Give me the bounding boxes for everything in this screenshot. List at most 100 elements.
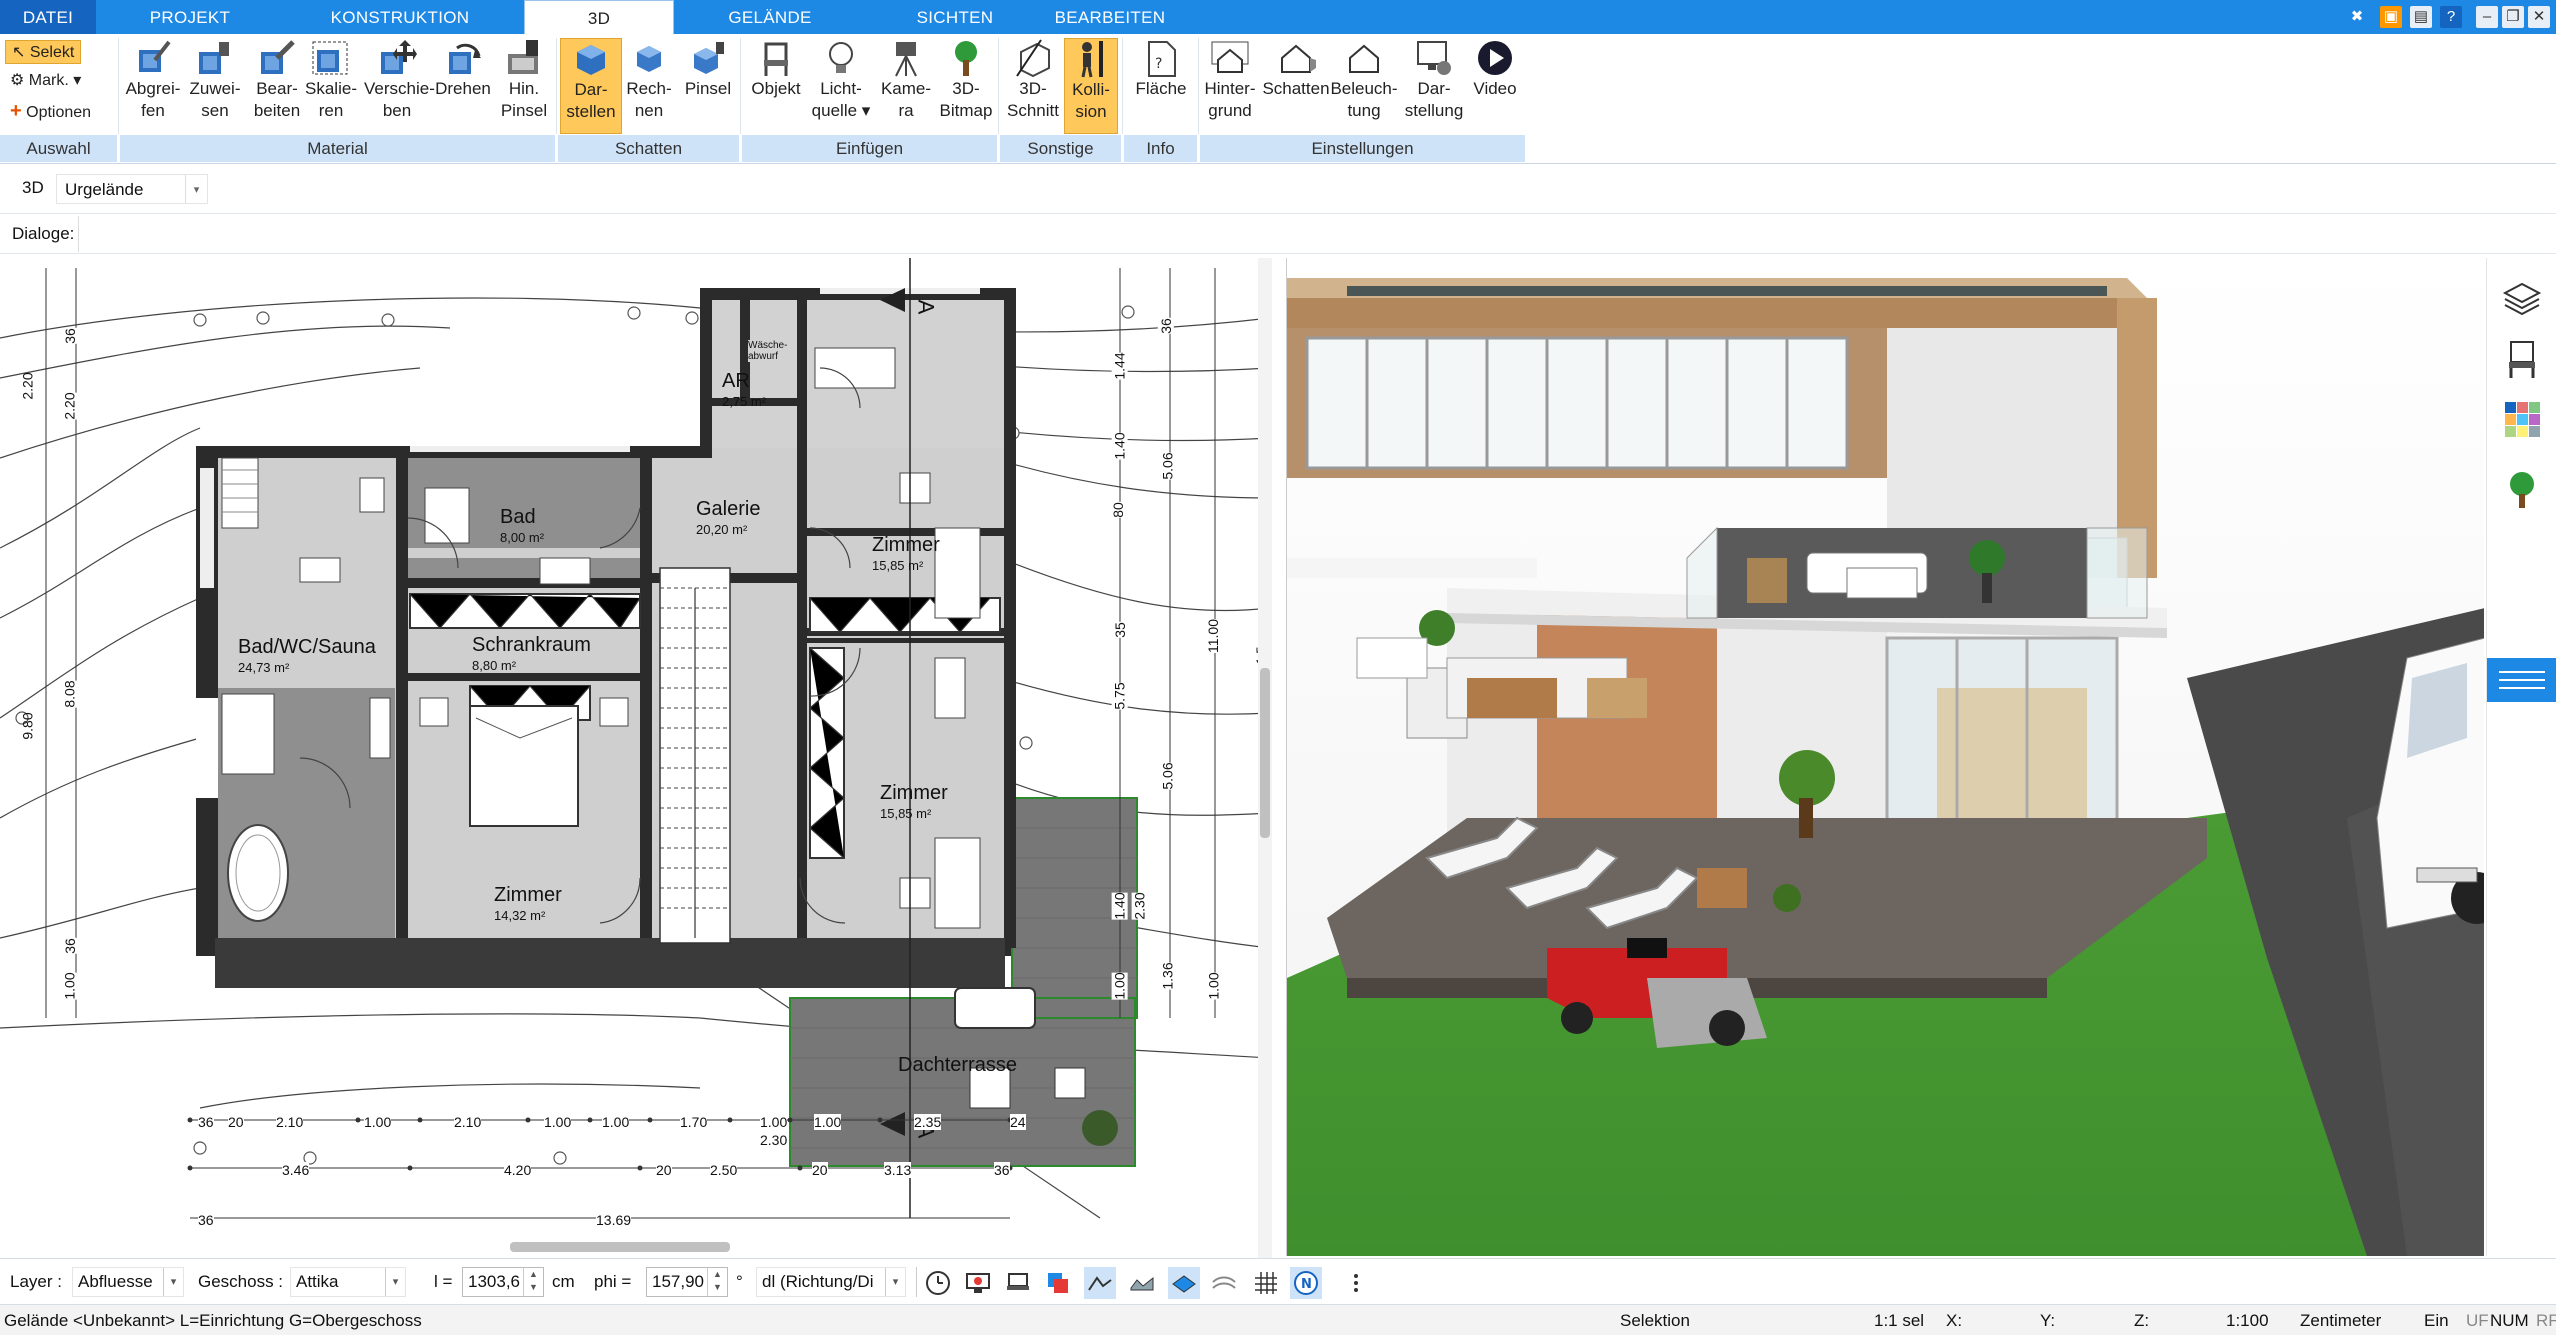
rotate-material-button[interactable]: Drehen — [432, 38, 494, 100]
dimension-label: 36 — [61, 938, 78, 954]
terrain-toggle-icon[interactable] — [1084, 1267, 1116, 1299]
scroll-thumb[interactable] — [1260, 668, 1270, 838]
furniture-toggle-icon[interactable] — [1002, 1267, 1034, 1299]
insert-bitmap-button[interactable]: 3D- Bitmap — [934, 38, 998, 122]
plane-toggle-icon[interactable] — [1168, 1267, 1200, 1299]
shadow-settings-button[interactable]: Schatten — [1260, 38, 1332, 100]
section-3d-button[interactable]: 3D- Schnitt — [1002, 38, 1064, 122]
length-label: l = — [434, 1272, 453, 1291]
plan-vertical-scrollbar[interactable] — [1258, 258, 1272, 1258]
furniture-catalog-icon[interactable] — [2501, 338, 2543, 380]
window-layout-icon[interactable]: ▣ — [2380, 6, 2402, 28]
room-area: 15,85 m² — [872, 558, 924, 573]
insert-light-button[interactable]: Licht-quelle ▾ — [808, 38, 874, 122]
right-sidebar — [2486, 258, 2556, 1256]
north-arrow-icon[interactable]: N — [1290, 1267, 1322, 1299]
tab-sichten[interactable]: SICHTEN — [880, 0, 1030, 34]
tools-icon[interactable]: ✖ — [2346, 6, 2368, 28]
texture-toggle-icon[interactable] — [1126, 1267, 1158, 1299]
layer-select[interactable]: Abfluesse ▾ — [72, 1267, 184, 1297]
restore-icon[interactable]: ❐ — [2502, 6, 2524, 28]
direction-mode-select[interactable]: dl (Richtung/Di ▾ — [756, 1267, 906, 1297]
layers-icon[interactable] — [2501, 278, 2543, 320]
tab-bearbeiten[interactable]: BEARBEITEN — [1040, 0, 1180, 34]
pick-material-button[interactable]: Abgrei-fen — [122, 38, 184, 122]
house-shadow-icon — [1276, 38, 1316, 78]
sidebar-toggle-button[interactable] — [2487, 658, 2556, 702]
dimension-label: 3.46 — [282, 1162, 310, 1178]
length-unit: cm — [552, 1272, 575, 1291]
lighting-button[interactable]: Beleuch-tung — [1330, 38, 1398, 122]
area-button[interactable]: ? Fläche — [1128, 38, 1194, 100]
group-sonstige: Sonstige — [1000, 135, 1122, 162]
status-unit: Zentimeter — [2300, 1311, 2382, 1330]
group-schatten: Schatten — [558, 135, 740, 162]
more-options-icon[interactable] — [1340, 1267, 1372, 1299]
dimension-label: 2.35 — [914, 1114, 942, 1130]
hint-brush-button[interactable]: Hin. Pinsel — [494, 38, 554, 122]
tab-projekt[interactable]: PROJEKT — [110, 0, 270, 34]
menu-lines-icon — [2499, 671, 2545, 689]
display-settings-button[interactable]: Dar-stellung — [1400, 38, 1468, 122]
cube-brush-icon — [688, 38, 728, 78]
scale-material-button[interactable]: Skalie-ren — [300, 38, 362, 122]
dimension-label: 36 — [61, 328, 78, 344]
dimension-label: 1.40 — [1111, 432, 1128, 460]
room-name: Galerie — [696, 498, 761, 520]
video-button[interactable]: Video — [1466, 38, 1524, 100]
group-einstellungen: Einstellungen — [1200, 135, 1526, 162]
grid-icon[interactable] — [1250, 1267, 1282, 1299]
tab-datei[interactable]: DATEI — [0, 0, 96, 34]
dimension-label: 1.00 — [1205, 972, 1222, 1000]
calc-shadow-button[interactable]: Rech-nen — [624, 38, 674, 122]
options-button[interactable]: + Optionen — [10, 100, 91, 123]
3d-view[interactable] — [1286, 258, 2484, 1256]
background-button[interactable]: Hinter-grund — [1198, 38, 1262, 122]
dimension-label: 80 — [1109, 502, 1126, 518]
monitor-icon[interactable] — [962, 1267, 994, 1299]
dimension-label: 5.75 — [1111, 682, 1128, 710]
dimension-label: 36 — [198, 1212, 214, 1228]
tab-3d[interactable]: 3D — [524, 0, 674, 35]
floor-select[interactable]: Attika ▾ — [290, 1267, 406, 1297]
floor-plan-view[interactable]: AR 2,75 m² Bad 8,00 m² Galerie 20,20 m² … — [0, 258, 1270, 1258]
insert-camera-button[interactable]: Kame-ra — [876, 38, 936, 122]
close-icon[interactable]: ✕ — [2528, 6, 2550, 28]
play-icon — [1475, 38, 1515, 78]
show-shadow-button[interactable]: Dar-stellen — [560, 38, 622, 134]
shadow-brush-button[interactable]: Pinsel — [680, 38, 736, 100]
status-x: X: — [1946, 1311, 1963, 1330]
tab-gelaende[interactable]: GELÄNDE — [690, 0, 850, 34]
angle-input[interactable]: 157,90 ▲ ▼ — [646, 1267, 728, 1297]
mark-button[interactable]: ⚙ Mark. ▾ — [10, 70, 81, 90]
dimension-label: 2.30 — [760, 1132, 788, 1148]
dimension-label: 1.00 — [1111, 972, 1128, 1000]
insert-object-button[interactable]: Objekt — [746, 38, 806, 100]
dimension-label: 36 — [994, 1162, 1010, 1178]
plan-horizontal-scrollbar[interactable] — [510, 1242, 730, 1252]
plant-catalog-icon[interactable] — [2501, 468, 2543, 510]
move-material-button[interactable]: Verschie-ben — [364, 38, 435, 122]
edit-material-button[interactable]: Bear-beiten — [246, 38, 308, 122]
snow-toggle-icon[interactable] — [1208, 1267, 1240, 1299]
material-palette-icon[interactable] — [2501, 398, 2543, 440]
dimension-label: 1.00 — [814, 1114, 842, 1130]
print-icon[interactable]: ▤ — [2410, 6, 2432, 28]
dimension-label: 1.00 — [61, 972, 78, 1000]
svg-text:?: ? — [1155, 56, 1162, 72]
chevron-down-icon: ▾ — [885, 1268, 905, 1296]
assign-material-button[interactable]: Zuwei-sen — [184, 38, 246, 122]
clock-icon[interactable] — [922, 1267, 954, 1299]
stepper-icon[interactable]: ▲ ▼ — [707, 1268, 727, 1296]
help-icon[interactable]: ? — [2440, 6, 2462, 28]
collision-button[interactable]: Kolli-sion — [1064, 38, 1118, 134]
tab-konstruktion[interactable]: KONSTRUKTION — [300, 0, 500, 34]
status-ein: Ein — [2424, 1311, 2449, 1330]
terrain-select[interactable]: Urgelände ▾ — [56, 174, 208, 204]
minimize-icon[interactable]: – — [2476, 6, 2498, 28]
select-button[interactable]: ↖ Selekt — [5, 40, 82, 64]
stepper-icon[interactable]: ▲ ▼ — [523, 1268, 543, 1296]
length-input[interactable]: 1303,6 ▲ ▼ — [462, 1267, 544, 1297]
floor-label: Geschoss : — [198, 1272, 284, 1291]
layer-objects-icon[interactable] — [1042, 1267, 1074, 1299]
